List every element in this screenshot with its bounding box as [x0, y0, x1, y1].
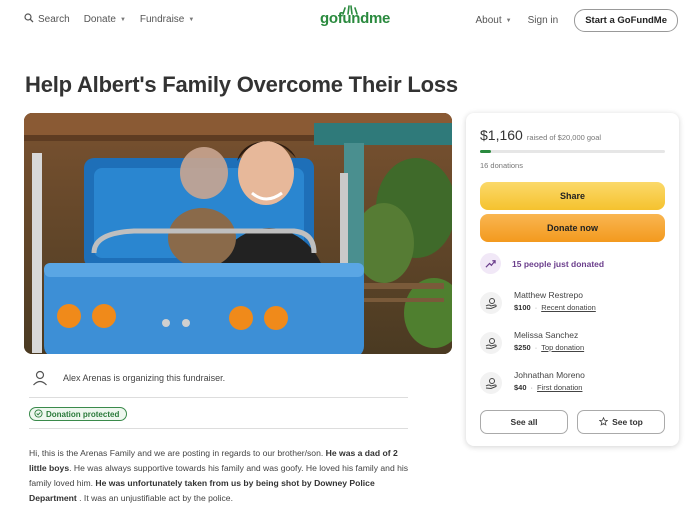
separator-dot: ·: [534, 343, 538, 352]
progress-fill: [480, 150, 491, 153]
search-icon: [24, 13, 34, 26]
donor-tag-link[interactable]: Recent donation: [541, 303, 596, 312]
organizer-row: Alex Arenas is organizing this fundraise…: [29, 364, 408, 398]
fundraise-label: Fundraise: [139, 14, 185, 25]
goal-text: raised of $20,000 goal: [526, 133, 602, 142]
page-title: Help Albert's Family Overcome Their Loss: [25, 72, 458, 97]
progress-bar: [480, 150, 665, 153]
donor-item: Johnathan Moreno $40 · First donation: [480, 370, 585, 394]
donation-hand-icon: [480, 292, 502, 314]
start-gofundme-button[interactable]: Start a GoFundMe: [574, 9, 678, 32]
separator-dot: ·: [530, 383, 534, 392]
header-left-nav: Search Donate ▼ Fundraise ▼: [24, 13, 194, 26]
donor-tag-link[interactable]: First donation: [537, 383, 582, 392]
see-top-button[interactable]: See top: [577, 410, 665, 434]
sign-in-link[interactable]: Sign in: [528, 15, 559, 26]
header-right-nav: About ▼ Sign in Start a GoFundMe: [476, 9, 678, 32]
search-label: Search: [38, 14, 70, 25]
campaign-hero-image: [24, 113, 452, 354]
donation-count: 16 donations: [480, 161, 523, 170]
donor-tag-link[interactable]: Top donation: [541, 343, 584, 352]
donor-name: Melissa Sanchez: [514, 330, 579, 340]
shield-check-icon: [34, 408, 43, 420]
donation-protected-badge[interactable]: Donation protected: [29, 407, 128, 421]
donation-protected-label: Donation protected: [46, 409, 120, 419]
donor-details: $100 · Recent donation: [514, 303, 596, 312]
separator-dot: ·: [534, 303, 538, 312]
see-all-label: See all: [510, 417, 538, 427]
donation-card: $1,160 raised of $20,000 goal 16 donatio…: [466, 113, 679, 446]
donor-details: $250 · Top donation: [514, 343, 584, 352]
recent-activity-text: 15 people just donated: [512, 258, 605, 269]
search-link[interactable]: Search: [24, 13, 70, 26]
see-all-button[interactable]: See all: [480, 410, 568, 434]
about-menu[interactable]: About ▼: [476, 15, 512, 26]
donation-hand-icon: [480, 372, 502, 394]
donate-label: Donate: [83, 14, 116, 25]
donation-hand-icon: [480, 332, 502, 354]
user-icon: [29, 367, 51, 389]
amount-raised: $1,160: [480, 127, 523, 143]
star-icon: [598, 416, 609, 428]
donor-amount: $250: [514, 343, 531, 352]
trending-up-icon: [480, 253, 501, 274]
section-divider: [29, 428, 408, 429]
chevron-down-icon: ▼: [188, 16, 195, 23]
see-top-label: See top: [612, 417, 643, 427]
donor-amount: $40: [514, 383, 527, 392]
recent-activity: 15 people just donated: [480, 253, 604, 274]
chevron-down-icon: ▼: [119, 16, 126, 23]
donate-menu[interactable]: Donate ▼: [84, 14, 126, 25]
site-header: Search Donate ▼ Fundraise ▼ gofundme Abo…: [0, 0, 700, 40]
about-label: About: [475, 15, 502, 26]
share-button[interactable]: Share: [480, 182, 665, 210]
donor-name: Johnathan Moreno: [514, 370, 585, 380]
donor-item: Melissa Sanchez $250 · Top donation: [480, 330, 584, 354]
organizer-text: Alex Arenas is organizing this fundraise…: [63, 372, 226, 383]
donate-now-button[interactable]: Donate now: [480, 214, 665, 242]
chevron-down-icon: ▼: [505, 17, 512, 24]
gofundme-logo[interactable]: gofundme: [320, 10, 390, 27]
campaign-story: Hi, this is the Arenas Family and we are…: [29, 446, 414, 506]
donor-name: Matthew Restrepo: [514, 290, 583, 300]
story-part-5: . It was an unjustifiable act by the pol…: [76, 493, 233, 503]
story-part-1: Hi, this is the Arenas Family and we are…: [29, 448, 326, 458]
fundraise-menu[interactable]: Fundraise ▼: [140, 14, 194, 25]
donor-item: Matthew Restrepo $100 · Recent donation: [480, 290, 596, 314]
donor-details: $40 · First donation: [514, 383, 585, 392]
amount-raised-line: $1,160 raised of $20,000 goal: [480, 127, 601, 143]
donor-amount: $100: [514, 303, 531, 312]
